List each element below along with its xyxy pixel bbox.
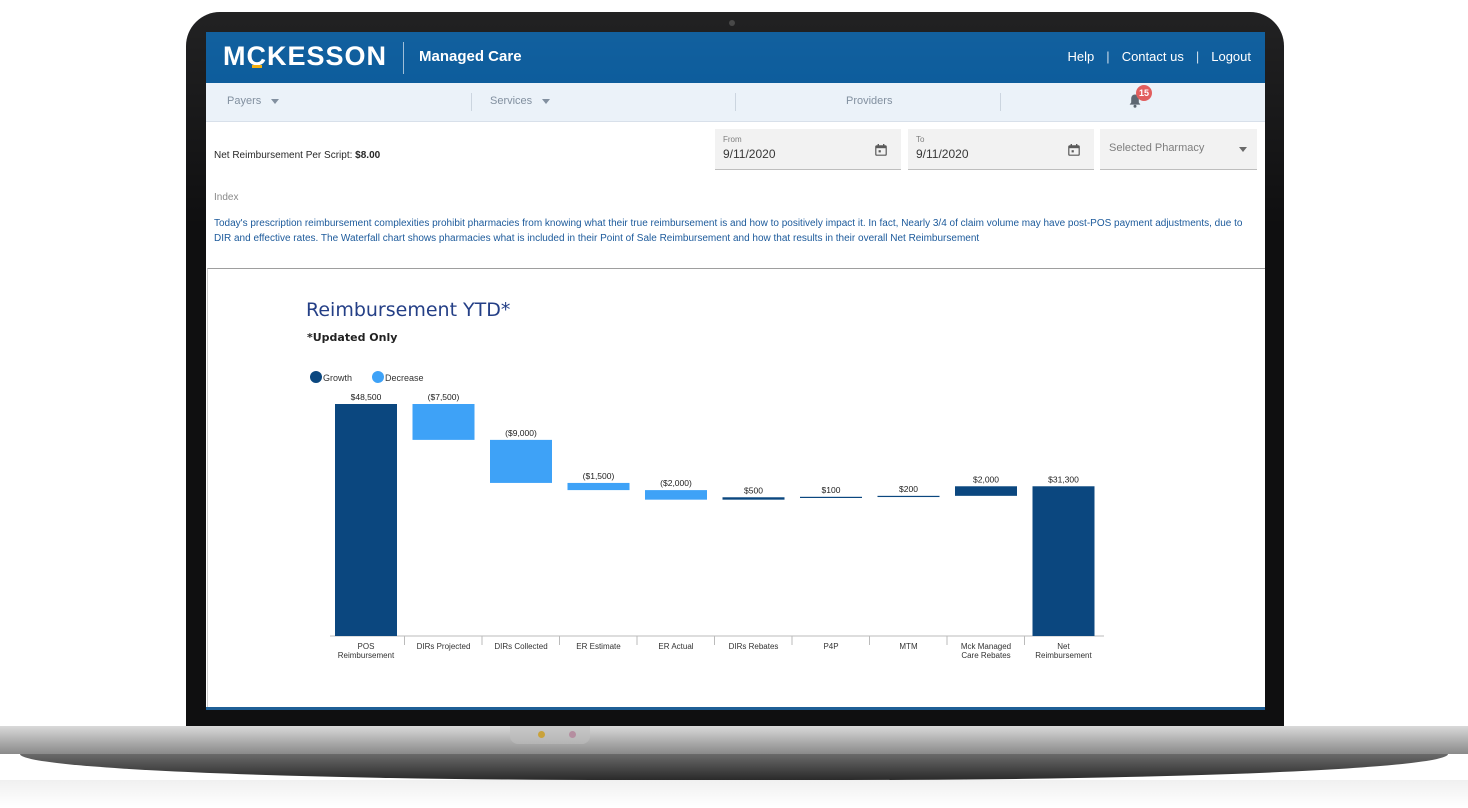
nav-services-label: Services	[490, 95, 533, 107]
x-tick-label: ER Estimate	[576, 642, 621, 651]
status-light	[538, 731, 545, 738]
x-tick-label: DIRs Projected	[417, 642, 471, 651]
nav-providers[interactable]: Providers	[846, 95, 892, 107]
nav-divider	[471, 93, 472, 111]
x-tick-label: Mck Managed Care Rebates	[961, 642, 1011, 660]
header-divider	[403, 42, 404, 74]
nav-services[interactable]: Services	[490, 95, 551, 107]
status-light	[569, 731, 576, 738]
data-label: ($7,500)	[428, 392, 460, 402]
webcam	[729, 20, 735, 26]
pharmacy-select-value: Selected Pharmacy	[1109, 142, 1205, 154]
notification-badge: 15	[1136, 85, 1152, 101]
pharmacy-select[interactable]: Selected Pharmacy	[1100, 129, 1257, 170]
nav-payers-label: Payers	[227, 95, 262, 107]
top-header: MCKESSON Managed Care Help | Contact us …	[206, 32, 1265, 83]
from-label: From	[723, 135, 742, 144]
index-label: Index	[214, 192, 239, 203]
app-screen: MCKESSON Managed Care Help | Contact us …	[206, 32, 1265, 710]
waterfall-chart: Growth Decrease$48,500 POS Reimbursement ($7…	[310, 371, 1104, 660]
bar-dirs-collected[interactable]	[490, 439, 552, 483]
logout-link[interactable]: Logout	[1199, 49, 1251, 64]
data-label: $100	[822, 485, 841, 495]
screen-bottom-bar	[206, 707, 1265, 710]
x-tick-label: ER Actual	[658, 642, 693, 651]
bar-pos-reimbursement[interactable]	[335, 404, 397, 636]
link-separator: |	[1106, 49, 1110, 64]
net-reimbursement-per-script: Net Reimbursement Per Script: $8.00	[214, 150, 380, 161]
x-tick-label: POS Reimbursement	[338, 642, 395, 660]
from-date-field[interactable]: From 9/11/2020	[715, 129, 901, 170]
to-date-field[interactable]: To 9/11/2020	[908, 129, 1094, 170]
chevron-down-icon	[1239, 147, 1247, 152]
trackpad-notch	[510, 726, 590, 744]
to-label: To	[916, 135, 925, 144]
laptop-base	[0, 726, 1468, 754]
x-tick-label: P4P	[823, 642, 838, 651]
bar-mtm[interactable]	[877, 495, 940, 498]
from-value: 9/11/2020	[723, 147, 776, 161]
contact-us-link[interactable]: Contact us	[1110, 49, 1196, 64]
calendar-icon[interactable]	[875, 144, 887, 156]
legend-swatch-growth	[310, 371, 322, 383]
data-label: ($1,500)	[583, 471, 615, 481]
legend-label-decrease: Decrease	[385, 373, 424, 383]
bar-mck-managed-care-rebates[interactable]	[955, 486, 1017, 496]
net-label: Net Reimbursement Per Script:	[214, 150, 356, 161]
legend-label-growth: Growth	[323, 373, 352, 383]
data-label: ($2,000)	[660, 478, 692, 488]
laptop-base-underside	[20, 754, 1448, 780]
bar-dirs-projected[interactable]	[412, 404, 475, 440]
header-links: Help | Contact us | Logout	[1056, 49, 1251, 64]
nav-bar: Payers Services Providers	[206, 83, 1265, 122]
calendar-icon[interactable]	[1068, 144, 1080, 156]
legend-swatch-decrease	[372, 371, 384, 383]
data-label: $2,000	[973, 474, 999, 484]
net-value: $8.00	[355, 150, 381, 161]
x-tick-label: DIRs Collected	[494, 642, 547, 651]
x-tick-label: DIRs Rebates	[729, 642, 779, 651]
data-label: $500	[744, 485, 763, 495]
laptop-shadow	[0, 780, 1468, 808]
data-label: $48,500	[351, 392, 382, 402]
bar-er-estimate[interactable]	[567, 482, 630, 491]
index-description: Today's prescription reimbursement compl…	[214, 218, 1243, 244]
chevron-down-icon	[271, 98, 280, 104]
nav-divider	[735, 93, 736, 111]
chevron-down-icon	[542, 98, 551, 104]
link-separator: |	[1195, 49, 1200, 64]
data-label: ($9,000)	[505, 428, 537, 438]
bar-p4p[interactable]	[800, 496, 862, 498]
mckesson-logo[interactable]: MCKESSON	[223, 41, 387, 72]
logo-accent	[252, 65, 262, 68]
app-name: Managed Care	[419, 48, 522, 65]
x-tick-label: MTM	[899, 642, 918, 651]
bar-er-actual[interactable]	[645, 490, 707, 500]
chart-panel: Reimbursement YTD* *Updated Only Growth D…	[207, 268, 1265, 709]
bar-net-reimbursement[interactable]	[1032, 486, 1095, 636]
to-value: 9/11/2020	[916, 147, 969, 161]
data-label: $200	[899, 484, 918, 494]
nav-payers[interactable]: Payers	[227, 95, 280, 107]
x-tick-label: Net Reimbursement	[1035, 642, 1092, 660]
help-link[interactable]: Help	[1056, 49, 1107, 64]
bar-dirs-rebates[interactable]	[722, 497, 785, 500]
nav-divider	[1000, 93, 1001, 111]
data-label: $31,300	[1048, 474, 1079, 484]
